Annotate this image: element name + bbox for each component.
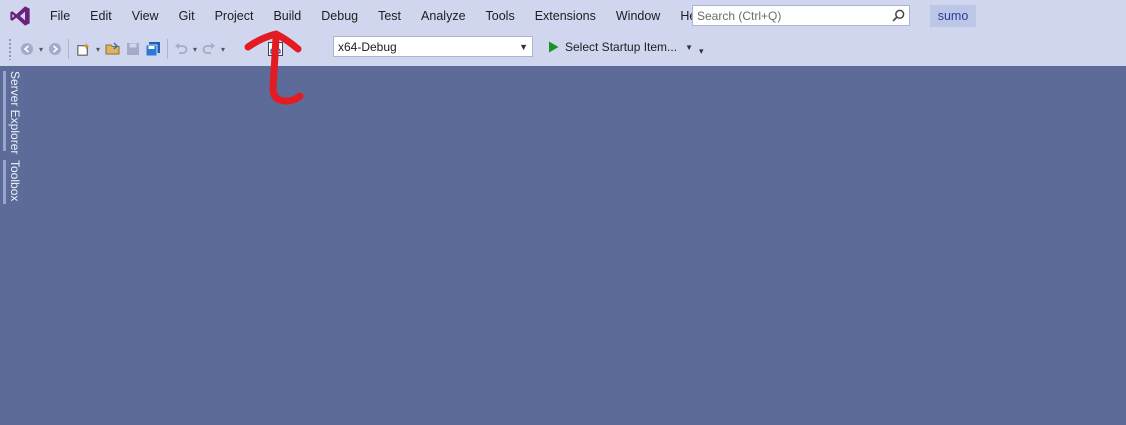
navigate-back-icon[interactable] [18,38,36,60]
new-project-icon[interactable] [73,38,93,60]
open-folder-icon[interactable] [103,38,123,60]
redo-dropdown-icon[interactable]: ▾ [218,38,228,60]
solution-configuration-dropdown[interactable]: x64-Debug ▼ [333,36,533,57]
search-input[interactable] [693,6,887,25]
redo-icon[interactable] [200,38,218,60]
side-tool-tabs: Server Explorer Toolbox [0,66,22,425]
menu-debug[interactable]: Debug [311,0,368,32]
menu-analyze[interactable]: Analyze [411,0,475,32]
search-box[interactable] [692,5,910,26]
startup-dropdown-icon[interactable]: ▼ [685,43,693,52]
visual-studio-logo-icon[interactable] [0,0,40,32]
menu-bar: File Edit View Git Project Build Debug T… [0,0,1126,32]
undo-icon[interactable] [172,38,190,60]
tab-toolbox[interactable]: Toolbox [3,160,24,204]
new-project-dropdown-icon[interactable]: ▾ [93,38,103,60]
search-icon[interactable] [887,9,909,22]
chevron-down-icon: ▼ [519,41,528,52]
menu-git[interactable]: Git [169,0,205,32]
start-debugging-play-icon [548,41,559,53]
menu-test[interactable]: Test [368,0,411,32]
tab-server-explorer[interactable]: Server Explorer [3,71,24,154]
menu-edit[interactable]: Edit [80,0,122,32]
toolbar-separator [68,39,69,59]
standard-toolbar: ▾ ▾ ▾ ▾ x64-Debug ▼ Select Startup Item.… [0,32,1126,66]
configuration-value: x64-Debug [338,39,397,54]
navigate-forward-icon[interactable] [46,38,64,60]
toolbar-grip[interactable] [8,38,12,60]
menu-build[interactable]: Build [263,0,311,32]
menu-view[interactable]: View [122,0,169,32]
switch-views-icon[interactable] [266,38,284,60]
toolbar-overflow-icon[interactable]: ▾ [699,46,704,57]
navigate-back-dropdown-icon[interactable]: ▾ [36,38,46,60]
toolbar-separator [167,39,168,59]
undo-dropdown-icon[interactable]: ▾ [190,38,200,60]
save-icon[interactable] [123,38,143,60]
menu-file[interactable]: File [40,0,80,32]
save-all-icon[interactable] [143,38,163,60]
menu-project[interactable]: Project [205,0,264,32]
menu-extensions[interactable]: Extensions [525,0,606,32]
menu-window[interactable]: Window [606,0,670,32]
menu-tools[interactable]: Tools [476,0,525,32]
editor-workspace [22,66,1126,425]
solution-name-badge[interactable]: sumo [930,5,976,27]
select-startup-item-button[interactable]: Select Startup Item... ▼ ▾ [548,36,704,58]
startup-item-label: Select Startup Item... [565,40,678,54]
